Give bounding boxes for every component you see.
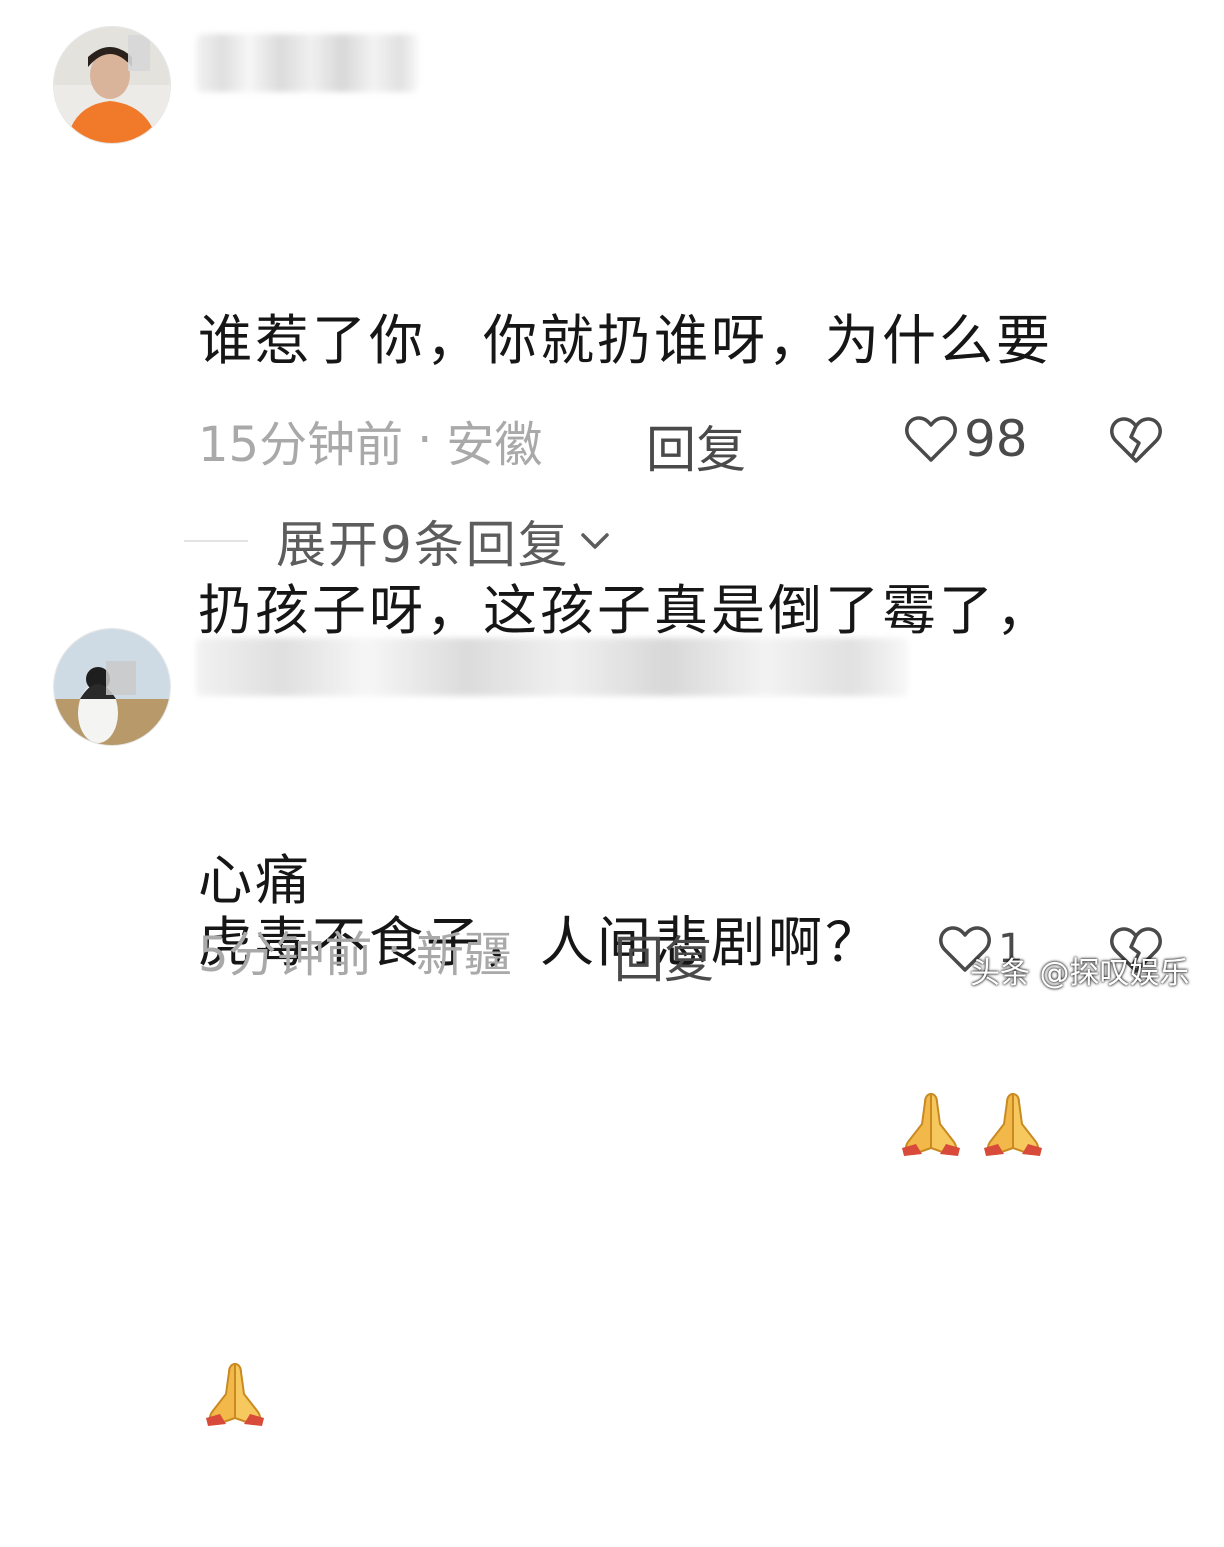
meta-separator: ·: [386, 922, 402, 978]
expand-divider: [184, 540, 248, 542]
like-button[interactable]: 98: [904, 408, 1028, 470]
chevron-down-icon: [578, 529, 612, 553]
avatar[interactable]: [53, 26, 171, 144]
avatar[interactable]: [53, 628, 171, 746]
expand-replies-label: 展开9条回复: [276, 516, 570, 574]
comment-location: 新疆: [415, 927, 512, 983]
like-count: 98: [964, 410, 1028, 468]
username-blurred[interactable]: [196, 638, 908, 696]
watermark: 头条 @探叹娱乐: [970, 956, 1190, 991]
heart-outline-icon: [904, 414, 958, 464]
comment-time: 5分钟前: [198, 927, 373, 983]
comment-text-line: 谁惹了你，你就扔谁呀，为什么要: [198, 309, 1053, 372]
comment-meta: 5分钟前 · 新疆: [198, 920, 512, 983]
username-blurred[interactable]: [196, 34, 418, 92]
comment-location: 安徽: [446, 417, 543, 473]
reply-button[interactable]: 回复: [614, 920, 714, 992]
broken-heart-icon: [1109, 415, 1163, 465]
dislike-button[interactable]: [1108, 412, 1164, 468]
comment-text: 虎毒不食子，人间悲剧啊？: [198, 718, 1188, 1426]
folded-hands-emoji: [198, 1176, 272, 1426]
comment-meta: 15分钟前 · 安徽: [198, 410, 542, 473]
reply-button[interactable]: 回复: [646, 410, 746, 482]
meta-separator: ·: [417, 412, 433, 468]
comment-time: 15分钟前: [198, 417, 404, 473]
expand-replies[interactable]: 展开9条回复: [184, 510, 612, 574]
